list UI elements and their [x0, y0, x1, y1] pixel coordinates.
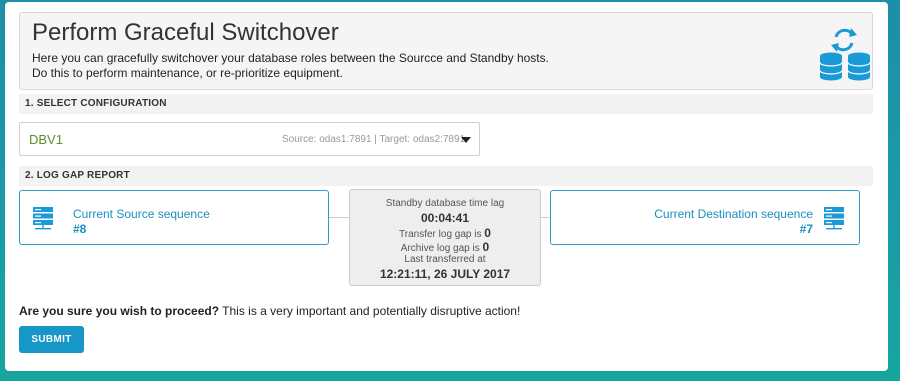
confirm-warning: This is a very important and potentially… [219, 304, 521, 318]
connector-line-left [329, 217, 349, 218]
page-description: Here you can gracefully switchover your … [32, 51, 772, 81]
time-lag-box: Standby database time lag 00:04:41 Trans… [349, 189, 541, 286]
section-log-gap-report: 2. LOG GAP REPORT [19, 166, 873, 186]
submit-button[interactable]: SUBMIT [19, 326, 84, 353]
source-sequence-label: Current Source sequence [73, 207, 210, 221]
last-transferred-value: 12:21:11, 26 JULY 2017 [379, 267, 511, 281]
archive-gap-line: Archive log gap is 0 [350, 240, 540, 254]
configuration-meta: Source: odas1:7891 | Target: odas2:7891 [282, 134, 466, 145]
server-icon [33, 207, 53, 230]
description-line-1: Here you can gracefully switchover your … [32, 51, 549, 65]
archive-gap-label: Archive log gap is [400, 243, 480, 254]
configuration-selected-value: DBV1 [29, 132, 63, 147]
last-transferred-label: Last transferred at [404, 254, 486, 265]
switchover-panel: Perform Graceful Switchover Here you can… [5, 2, 888, 371]
destination-sequence-box: Current Destination sequence #7 [550, 190, 860, 245]
destination-sequence-label: Current Destination sequence [654, 207, 813, 221]
archive-gap-value: 0 [482, 240, 490, 254]
time-lag-value: 00:04:41 [420, 211, 470, 225]
connector-line-right [541, 217, 550, 218]
section-select-configuration: 1. SELECT CONFIGURATION [19, 94, 873, 114]
time-lag-title: Standby database time lag [385, 198, 505, 209]
chevron-down-icon[interactable] [461, 137, 471, 143]
database-switch-icon [819, 28, 871, 81]
transfer-gap-label: Transfer log gap is [399, 229, 482, 240]
server-icon [824, 207, 844, 230]
confirm-question: Are you sure you wish to proceed? [19, 304, 220, 318]
configuration-select[interactable]: DBV1 Source: odas1:7891 | Target: odas2:… [19, 122, 480, 156]
source-sequence-number: #8 [73, 222, 87, 236]
transfer-gap-value: 0 [484, 226, 491, 240]
destination-sequence-number: #7 [799, 222, 813, 236]
page-title: Perform Graceful Switchover [32, 19, 339, 46]
transfer-gap-line: Transfer log gap is 0 [350, 226, 540, 240]
description-line-2: Do this to perform maintenance, or re-pr… [32, 66, 343, 80]
confirm-message: Are you sure you wish to proceed? This i… [19, 304, 520, 318]
source-sequence-box: Current Source sequence #8 [19, 190, 329, 245]
header-box: Perform Graceful Switchover Here you can… [19, 12, 873, 90]
